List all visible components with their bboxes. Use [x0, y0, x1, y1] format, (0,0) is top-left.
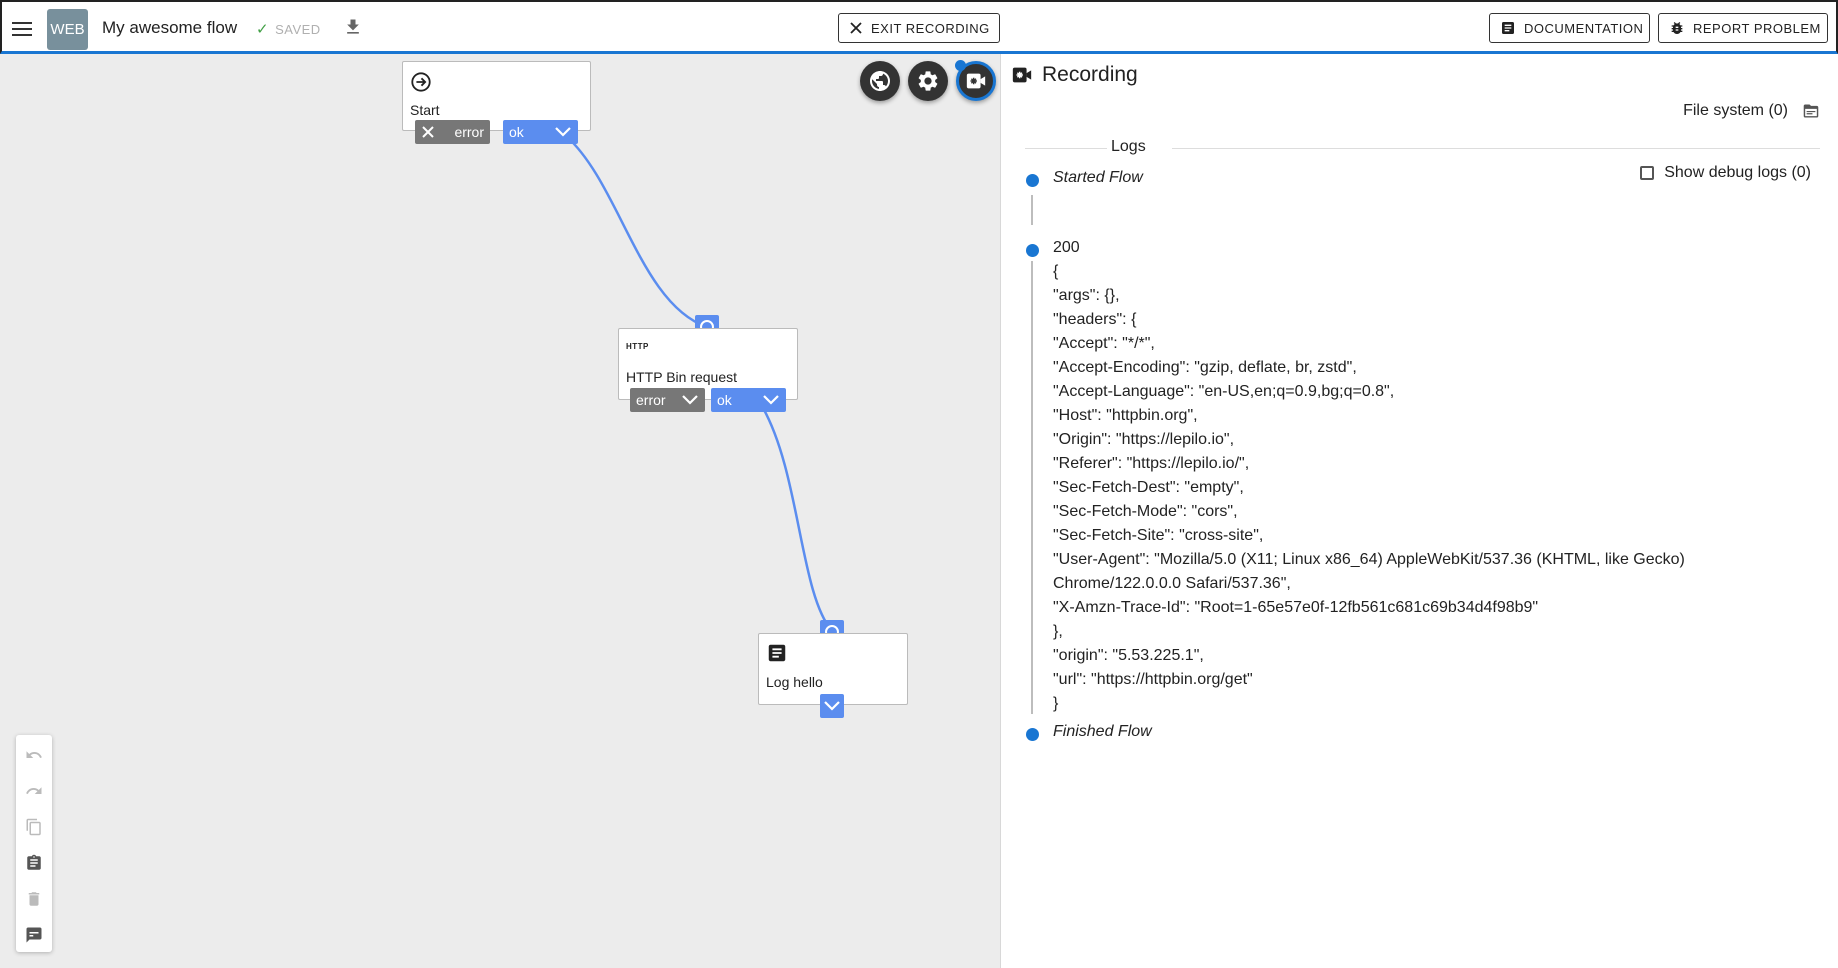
documentation-button[interactable]: DOCUMENTATION	[1489, 13, 1650, 43]
bug-icon	[1671, 22, 1683, 34]
undo-icon[interactable]	[24, 745, 44, 765]
logs-label: Logs	[1111, 138, 1146, 155]
chevron-down-icon	[763, 395, 779, 405]
http-error-port[interactable]: error	[630, 388, 705, 412]
chevron-down-icon	[824, 701, 840, 711]
article-icon	[766, 642, 788, 669]
saved-status: ✓ SAVED	[256, 20, 321, 38]
log-entry-head: 200	[1053, 239, 1080, 256]
folder-icon	[1803, 104, 1819, 118]
port-label: error	[454, 124, 484, 140]
start-error-port[interactable]: error	[415, 120, 490, 144]
delete-icon[interactable]	[24, 889, 44, 909]
exit-recording-label: EXIT RECORDING	[871, 20, 990, 36]
timeline-dot	[1026, 244, 1039, 257]
app-badge[interactable]: WEB	[47, 9, 88, 50]
file-system-button[interactable]: File system (0)	[1683, 102, 1820, 120]
copy-icon[interactable]	[24, 817, 44, 837]
saved-label: SAVED	[275, 21, 321, 37]
arrow-circle-right-icon	[410, 71, 432, 98]
panel-title-text: Recording	[1042, 63, 1138, 86]
document-icon	[1502, 22, 1514, 34]
timeline-dot	[1026, 728, 1039, 741]
connection-wires	[565, 135, 833, 632]
timeline-dot	[1026, 174, 1039, 187]
wire-http-to-log	[761, 407, 833, 632]
comment-icon[interactable]	[24, 925, 44, 945]
log-timeline: Started Flow 200 { "args": {}, "headers"…	[1024, 166, 1804, 744]
chevron-down-icon	[555, 127, 571, 137]
log-entry-response: 200 { "args": {}, "headers": { "Accept":…	[1024, 236, 1804, 716]
chevron-down-icon	[682, 395, 698, 405]
log-entry-head: Started Flow	[1053, 169, 1143, 186]
recording-indicator	[955, 60, 966, 71]
gear-icon	[918, 71, 938, 91]
check-icon: ✓	[256, 21, 270, 38]
http-ok-port[interactable]: ok	[711, 388, 786, 412]
documentation-label: DOCUMENTATION	[1524, 20, 1644, 36]
wire-start-to-http	[565, 135, 708, 329]
edit-toolbox	[16, 735, 52, 952]
start-ok-port[interactable]: ok	[503, 120, 578, 144]
download-icon[interactable]	[343, 17, 363, 37]
port-label: ok	[509, 124, 524, 140]
redo-icon[interactable]	[24, 781, 44, 801]
exit-recording-button[interactable]: EXIT RECORDING	[838, 13, 1000, 43]
recording-icon	[1012, 67, 1032, 83]
log-output-port[interactable]	[820, 694, 844, 718]
logs-section-divider: Logs	[1025, 138, 1820, 158]
node-label: Start	[410, 102, 440, 118]
flow-name[interactable]: My awesome flow	[102, 18, 237, 38]
node-label: HTTP Bin request	[626, 369, 738, 385]
globe-button[interactable]	[860, 61, 900, 101]
http-tag: HTTP	[626, 342, 649, 351]
node-label: Log hello	[766, 674, 823, 690]
close-icon	[422, 126, 434, 138]
report-problem-label: REPORT PROBLEM	[1693, 20, 1821, 36]
report-problem-button[interactable]: REPORT PROBLEM	[1658, 13, 1828, 43]
recording-panel: Recording File system (0) Logs Show debu…	[1001, 54, 1838, 968]
menu-icon[interactable]	[10, 18, 34, 38]
globe-icon	[870, 71, 890, 91]
top-app-bar: WEB My awesome flow ✓ SAVED EXIT RECORDI…	[0, 0, 1838, 54]
close-icon	[850, 22, 862, 34]
file-system-label: File system (0)	[1683, 102, 1788, 119]
recording-icon	[966, 73, 986, 89]
log-entry-body: { "args": {}, "headers": { "Accept": "*/…	[1053, 263, 1685, 712]
port-label: error	[636, 392, 666, 408]
flow-canvas[interactable]: Start error ok HTTP HTTP Bin request err…	[0, 54, 1001, 968]
settings-button[interactable]	[908, 61, 948, 101]
panel-title: Recording	[1011, 63, 1138, 87]
log-entry-head: Finished Flow	[1053, 723, 1152, 740]
log-entry-finished: Finished Flow	[1024, 720, 1804, 744]
log-entry-started: Started Flow	[1024, 166, 1804, 225]
paste-icon[interactable]	[24, 853, 44, 873]
port-label: ok	[717, 392, 732, 408]
